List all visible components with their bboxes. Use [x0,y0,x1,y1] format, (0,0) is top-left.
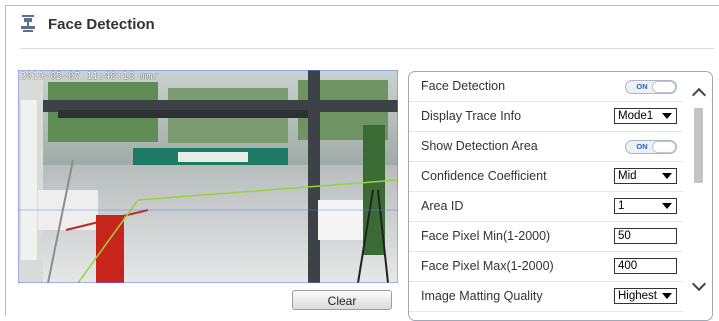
row-show-detection-area: Show Detection Area ON [409,132,683,162]
image-matting-quality-label: Image Matting Quality [421,289,543,303]
area-id-select[interactable]: 1 [614,198,677,214]
scroll-up-icon[interactable] [691,87,707,103]
toggle-on-text: ON [636,142,648,151]
face-pixel-min-label: Face Pixel Min(1-2000) [421,229,551,243]
face-pixel-min-input[interactable]: 50 [614,228,677,244]
select-value: 1 [618,200,625,212]
face-detection-toggle[interactable]: ON [625,80,677,94]
row-display-trace-info: Display Trace Info Mode1 [409,102,683,132]
toggle-knob [652,141,676,153]
row-image-matting-quality: Image Matting Quality Highest [409,282,683,312]
video-timestamp: 2019-05-07 11:48:18 mmr [20,71,159,82]
face-pixel-max-label: Face Pixel Max(1-2000) [421,259,554,273]
toggle-on-text: ON [636,82,648,91]
confidence-coefficient-label: Confidence Coefficient [421,169,547,183]
settings-panel: Face Detection ON Display Trace Info Mod… [408,71,713,321]
select-value: Highest [618,290,657,302]
header-divider [20,48,714,49]
face-pixel-max-input[interactable]: 400 [614,258,677,274]
image-matting-quality-select[interactable]: Highest [614,288,677,304]
dropdown-arrow-icon [662,293,672,299]
camera-scene [18,70,398,283]
select-value: Mid [618,170,637,182]
dropdown-arrow-icon [662,113,672,119]
settings-scrollbar[interactable] [688,72,712,320]
row-face-pixel-max: Face Pixel Max(1-2000) 400 [409,252,683,282]
face-detection-icon [21,15,35,32]
display-trace-info-label: Display Trace Info [421,109,522,123]
row-area-id: Area ID 1 [409,192,683,222]
row-face-detection: Face Detection ON [409,72,683,102]
page-header: Face Detection [20,10,155,38]
clear-button[interactable]: Clear [292,290,392,310]
dropdown-arrow-icon [662,203,672,209]
show-detection-area-label: Show Detection Area [421,139,538,153]
scroll-thumb[interactable] [694,108,703,183]
area-id-label: Area ID [421,199,464,213]
face-detection-label: Face Detection [421,79,506,93]
scroll-down-icon[interactable] [691,276,707,292]
row-confidence-coefficient: Confidence Coefficient Mid [409,162,683,192]
confidence-coefficient-select[interactable]: Mid [614,168,677,184]
select-value: Mode1 [618,110,654,122]
live-video-view[interactable]: 2019-05-07 11:48:18 mmr [18,70,398,283]
dropdown-arrow-icon [662,173,672,179]
settings-rows: Face Detection ON Display Trace Info Mod… [409,72,683,312]
toggle-knob [652,81,676,93]
page-title: Face Detection [48,15,155,33]
show-detection-area-toggle[interactable]: ON [625,140,677,154]
row-face-pixel-min: Face Pixel Min(1-2000) 50 [409,222,683,252]
display-trace-info-select[interactable]: Mode1 [614,108,677,124]
